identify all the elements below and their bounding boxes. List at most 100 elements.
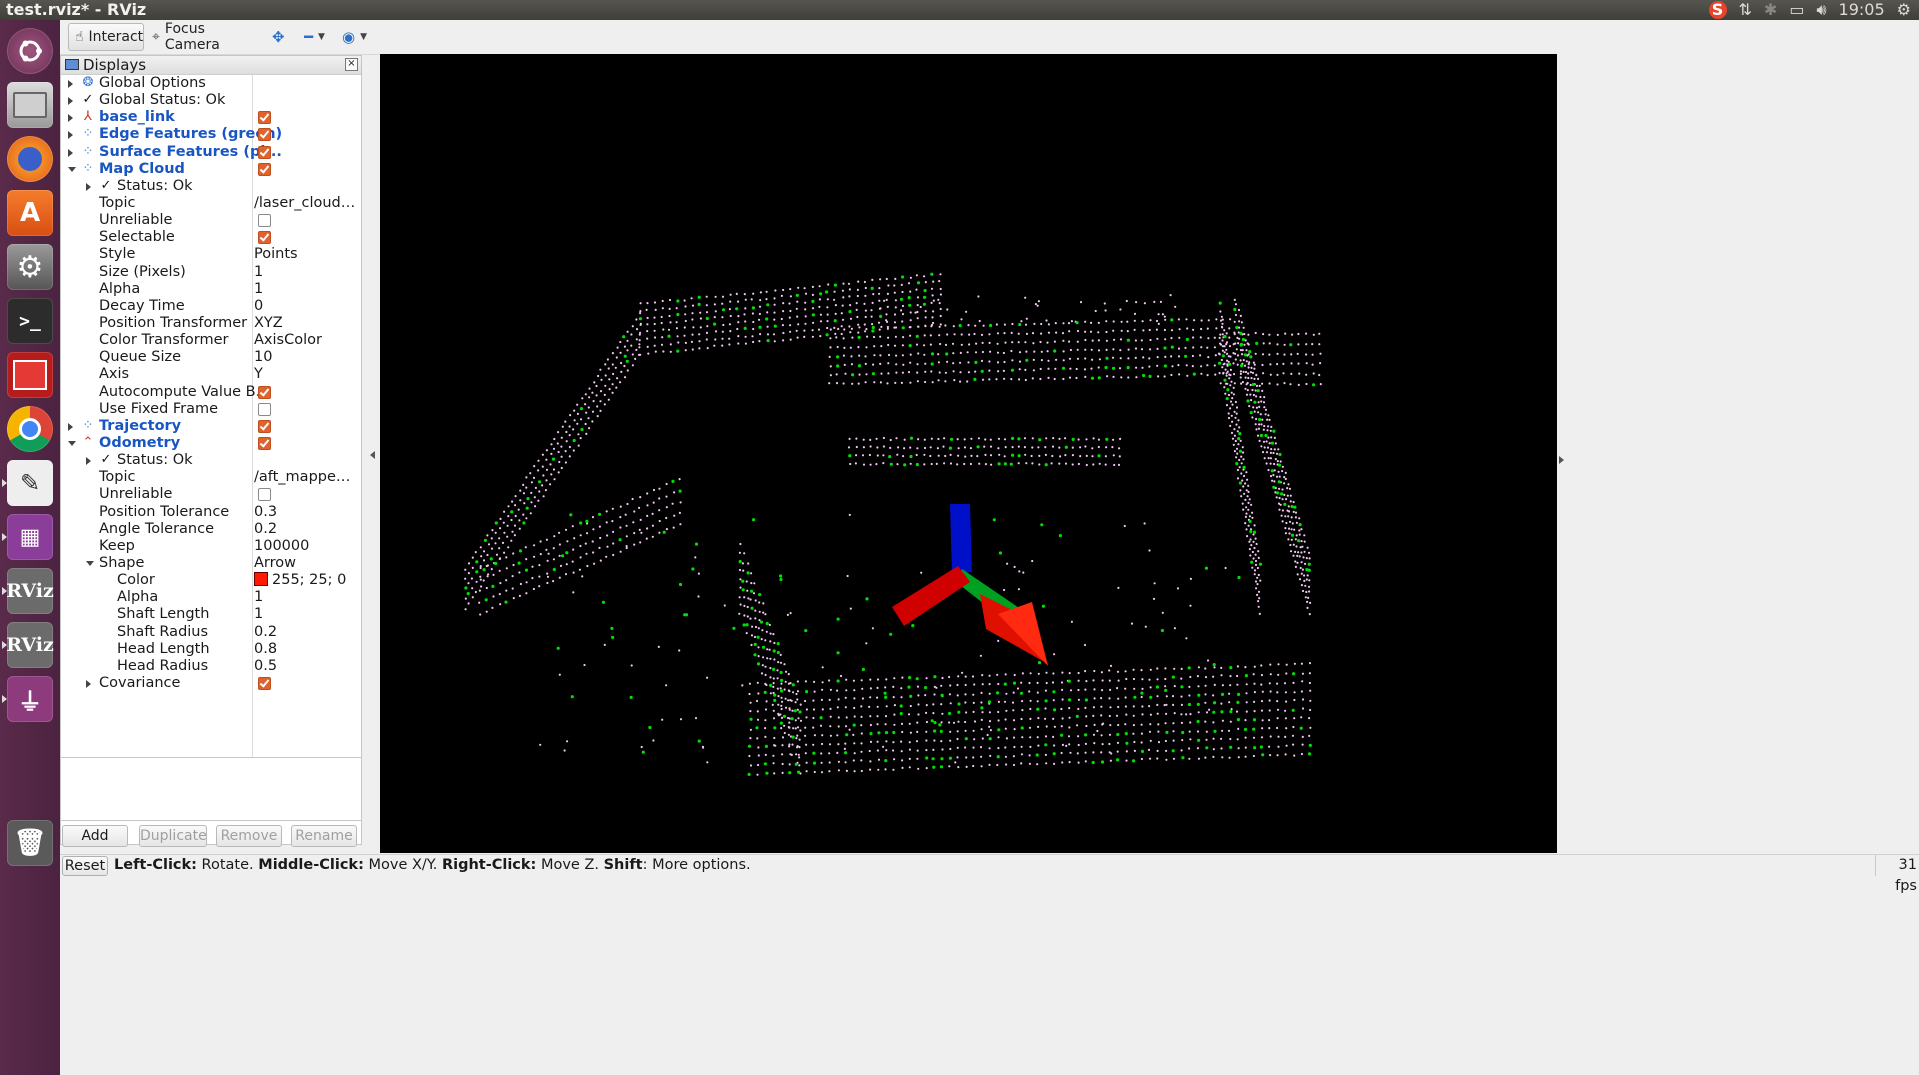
add-button[interactable]: Add <box>62 825 128 847</box>
property-value[interactable]: 1 <box>254 589 359 606</box>
chrome-icon[interactable] <box>7 406 53 452</box>
close-icon[interactable]: × <box>345 58 358 71</box>
workspace-icon[interactable]: ▦ <box>2 514 53 560</box>
property-row[interactable]: Shaft Radius 0.2 <box>61 624 361 641</box>
property-row[interactable]: Color Transformer AxisColor <box>61 332 361 349</box>
property-row[interactable]: Size (Pixels) 1 <box>61 264 361 281</box>
property-value[interactable]: Y <box>254 366 359 383</box>
expand-icon[interactable] <box>68 114 73 123</box>
collapse-icon[interactable] <box>68 166 76 172</box>
network-icon[interactable]: ⇅ <box>1739 0 1752 20</box>
property-value[interactable]: /aft_mapped_... <box>254 469 359 486</box>
property-value[interactable]: Points <box>254 246 359 263</box>
property-checkbox[interactable] <box>258 385 271 399</box>
tree-row-trajectory[interactable]: ⁘ Trajectory <box>61 418 361 435</box>
property-value[interactable]: 1 <box>254 606 359 623</box>
property-row[interactable]: Unreliable <box>61 486 361 503</box>
tree-row-covariance[interactable]: Covariance <box>61 675 361 692</box>
shape-value[interactable]: Arrow <box>254 555 359 572</box>
property-row[interactable]: Alpha 1 <box>61 281 361 298</box>
ubuntu-dash-icon[interactable] <box>7 28 53 74</box>
battery-icon[interactable]: ▭ <box>1789 0 1804 20</box>
enable-checkbox[interactable] <box>258 128 271 142</box>
color-swatch[interactable] <box>254 572 268 587</box>
clock[interactable]: 19:05 <box>1839 0 1885 20</box>
tree-row-shape[interactable]: Shape Arrow <box>61 555 361 572</box>
enable-checkbox[interactable] <box>258 676 271 690</box>
panel-splitter[interactable] <box>366 55 380 855</box>
enable-checkbox[interactable] <box>258 145 271 159</box>
usb-icon[interactable]: ⏚ <box>2 676 53 722</box>
property-value[interactable]: 0.8 <box>254 641 359 658</box>
software-center-icon[interactable]: A <box>7 190 53 236</box>
expand-right-icon[interactable] <box>1559 456 1564 464</box>
right-splitter[interactable] <box>1557 54 1919 854</box>
expand-icon[interactable] <box>86 182 91 191</box>
rename-button[interactable]: Rename <box>291 825 357 847</box>
property-row[interactable]: Head Radius 0.5 <box>61 658 361 675</box>
app-red-icon[interactable] <box>7 352 53 398</box>
property-row[interactable]: Position Tolerance 0.3 <box>61 504 361 521</box>
firefox-icon[interactable] <box>7 136 53 182</box>
property-row[interactable]: Axis Y <box>61 366 361 383</box>
property-checkbox[interactable] <box>258 488 271 502</box>
collapse-icon[interactable] <box>68 440 76 446</box>
property-row[interactable]: Unreliable <box>61 212 361 229</box>
property-value[interactable]: /laser_cloud_... <box>254 195 359 212</box>
gear-icon[interactable]: ⚙ <box>1897 0 1911 20</box>
tree-row-map-cloud[interactable]: ⁘ Map Cloud <box>61 161 361 178</box>
rviz-icon[interactable]: RViz <box>2 622 54 668</box>
expand-icon[interactable] <box>68 148 73 157</box>
property-row[interactable]: Use Fixed Frame <box>61 401 361 418</box>
property-value[interactable]: 0.2 <box>254 521 359 538</box>
property-value[interactable]: 10 <box>254 349 359 366</box>
property-value[interactable]: 1 <box>254 264 359 281</box>
settings-icon[interactable]: ⚙ <box>7 244 53 290</box>
property-value[interactable]: 0 <box>254 298 359 315</box>
property-value[interactable]: 1 <box>254 281 359 298</box>
property-checkbox[interactable] <box>258 214 271 228</box>
property-row[interactable]: Decay Time 0 <box>61 298 361 315</box>
property-row[interactable]: Autocompute Value B... <box>61 384 361 401</box>
rviz-icon[interactable]: RViz <box>2 568 54 614</box>
expand-icon[interactable] <box>86 679 91 688</box>
property-row[interactable]: Style Points <box>61 246 361 263</box>
tree-row-odometry[interactable]: ⌃ Odometry <box>61 435 361 452</box>
expand-icon[interactable] <box>68 80 73 88</box>
files-icon[interactable] <box>7 82 53 128</box>
view-options-button[interactable]: ◉ ▼ <box>336 23 373 51</box>
property-value[interactable]: XYZ <box>254 315 359 332</box>
expand-icon[interactable] <box>68 422 73 431</box>
property-checkbox[interactable] <box>258 402 271 416</box>
tree-row-global-status[interactable]: ✓ Global Status: Ok <box>61 92 361 109</box>
property-checkbox[interactable] <box>258 231 271 245</box>
property-value[interactable]: 0.3 <box>254 504 359 521</box>
property-value[interactable]: 0.5 <box>254 658 359 675</box>
tree-row-odo-status[interactable]: ✓ Status: Ok <box>61 452 361 469</box>
text-editor-icon[interactable]: ✎ <box>2 460 53 506</box>
input-method-icon[interactable]: S <box>1708 0 1727 19</box>
property-value[interactable]: 255; 25; 0 <box>254 572 359 589</box>
property-row[interactable]: Keep 100000 <box>61 538 361 555</box>
tree-row-global-options[interactable]: ❂ Global Options <box>61 75 361 92</box>
interact-button[interactable]: ☝ Interact <box>68 23 144 51</box>
property-row[interactable]: Shaft Length 1 <box>61 606 361 623</box>
property-row[interactable]: Alpha 1 <box>61 589 361 606</box>
collapse-left-icon[interactable] <box>370 451 375 459</box>
property-value[interactable]: 100000 <box>254 538 359 555</box>
enable-checkbox[interactable] <box>258 436 271 450</box>
move-camera-button[interactable]: ✥ <box>266 23 291 51</box>
tree-row-surface-features[interactable]: ⁘ Surface Features (pi... <box>61 144 361 161</box>
terminal-icon[interactable]: >_ <box>7 298 53 344</box>
expand-icon[interactable] <box>68 97 73 106</box>
property-row[interactable]: Color 255; 25; 0 <box>61 572 361 589</box>
property-value[interactable]: AxisColor <box>254 332 359 349</box>
expand-icon[interactable] <box>86 457 91 466</box>
remove-tool-button[interactable]: ━ ▼ <box>298 23 331 51</box>
bluetooth-icon[interactable]: ✱ <box>1764 0 1777 20</box>
tree-row-map-status[interactable]: ✓ Status: Ok <box>61 178 361 195</box>
property-row[interactable]: Topic/aft_mapped_... <box>61 469 361 486</box>
remove-button[interactable]: Remove <box>216 825 282 847</box>
tree-row-edge-features[interactable]: ⁘ Edge Features (green) <box>61 126 361 143</box>
property-row[interactable]: Angle Tolerance 0.2 <box>61 521 361 538</box>
